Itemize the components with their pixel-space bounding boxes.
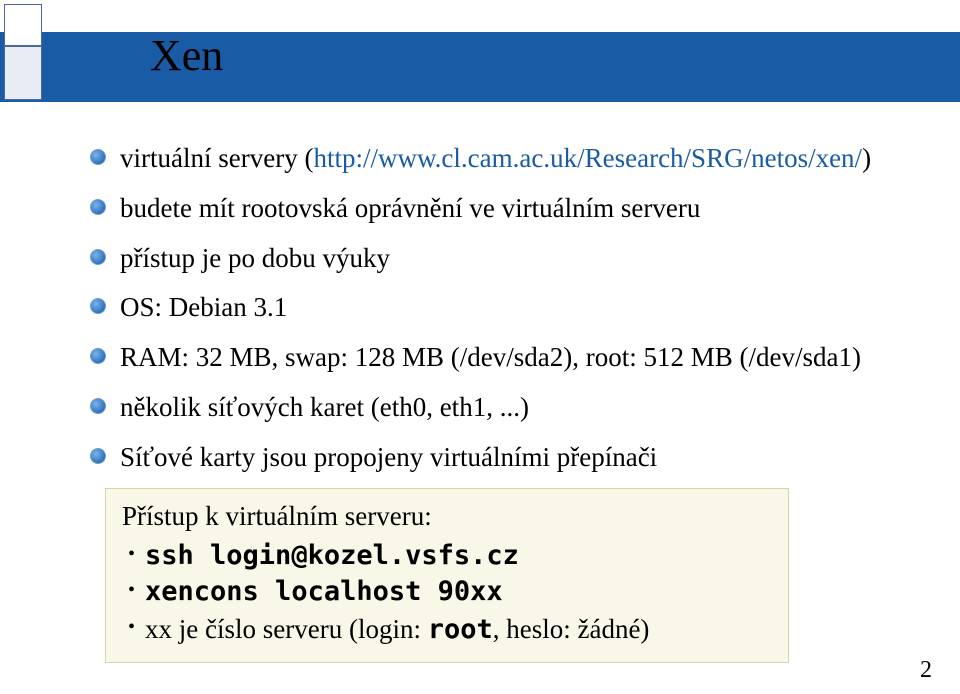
list-item: OS: Debian 3.1	[90, 289, 910, 327]
bullet-list: virtuální servery (http://www.cl.cam.ac.…	[90, 140, 910, 489]
bullet-text: budete mít rootovská oprávnění ve virtuá…	[120, 190, 700, 228]
bullet-text-suffix: )	[862, 143, 871, 173]
side-decoration	[0, 0, 40, 108]
sub-bullet-icon: •	[128, 574, 135, 606]
list-item: přístup je po dobu výuky	[90, 240, 910, 278]
bullet-text: několik síťových karet (eth0, eth1, ...)	[120, 389, 529, 427]
bullet-text: OS: Debian 3.1	[120, 289, 287, 327]
list-item: budete mít rootovská oprávnění ve virtuá…	[90, 190, 910, 228]
server-link[interactable]: http://www.cl.cam.ac.uk/Research/SRG/net…	[313, 143, 862, 173]
list-item: virtuální servery (http://www.cl.cam.ac.…	[90, 140, 910, 178]
bullet-icon	[90, 249, 106, 265]
bullet-icon	[90, 398, 106, 414]
bullet-text-prefix: virtuální servery (	[120, 143, 313, 173]
sub-bullet-icon: •	[128, 611, 135, 643]
access-command: ssh login@kozel.vsfs.cz	[145, 538, 519, 574]
page-number: 2	[920, 657, 932, 684]
bullet-text: přístup je po dobu výuky	[120, 240, 390, 278]
bullet-icon	[90, 348, 106, 364]
access-text: , heslo: žádné)	[493, 614, 650, 644]
list-item: několik síťových karet (eth0, eth1, ...)	[90, 389, 910, 427]
access-login: root	[428, 614, 493, 645]
bullet-text: RAM: 32 MB, swap: 128 MB (/dev/sda2), ro…	[120, 339, 861, 377]
bullet-icon	[90, 448, 106, 464]
bullet-icon	[90, 199, 106, 215]
sub-bullet-icon: •	[128, 538, 135, 570]
bullet-icon	[90, 298, 106, 314]
access-line: • ssh login@kozel.vsfs.cz	[122, 538, 772, 574]
access-command: xencons localhost 90xx	[145, 574, 503, 610]
access-text: xx je číslo serveru (login:	[145, 614, 428, 644]
access-line: • xx je číslo serveru (login: root, hesl…	[122, 611, 772, 648]
access-title: Přístup k virtuálním serveru:	[122, 501, 772, 532]
bullet-icon	[90, 149, 106, 165]
access-box: Přístup k virtuálním serveru: • ssh logi…	[105, 488, 789, 663]
page-title: Xen	[150, 30, 223, 81]
bullet-text: Síťové karty jsou propojeny virtuálními …	[120, 439, 657, 477]
access-line: • xencons localhost 90xx	[122, 574, 772, 610]
list-item: RAM: 32 MB, swap: 128 MB (/dev/sda2), ro…	[90, 339, 910, 377]
list-item: Síťové karty jsou propojeny virtuálními …	[90, 439, 910, 477]
